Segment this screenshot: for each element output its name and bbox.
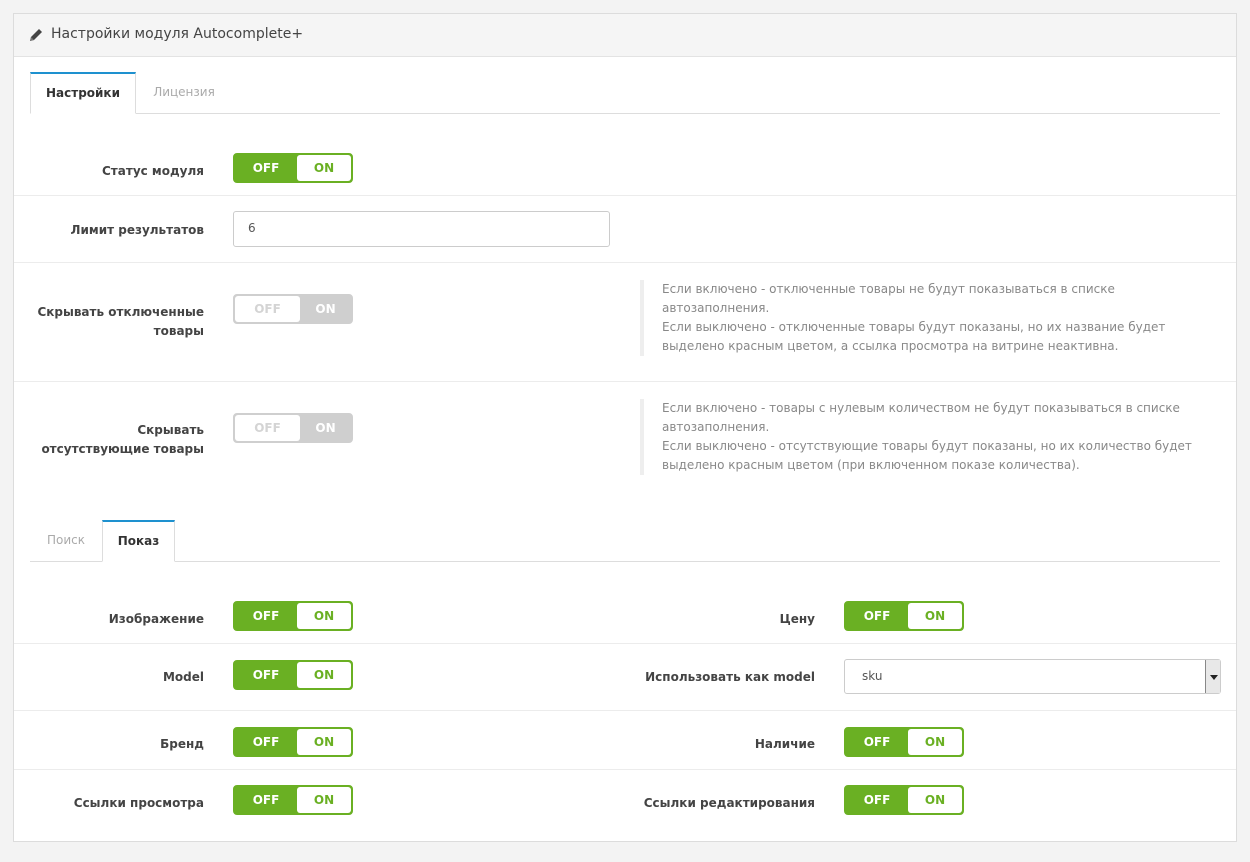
hide-out-of-stock-label-line2: отсутствующие товары [41, 442, 204, 456]
toggle-off-label: OFF [235, 296, 300, 322]
stock-toggle[interactable]: OFF ON [844, 727, 964, 757]
panel-title: Настройки модуля Autocomplete+ [51, 26, 304, 42]
image-label: Изображение [108, 612, 204, 626]
limit-input[interactable]: 6 [233, 211, 610, 247]
sub-tabs: Поиск Показ [30, 520, 1220, 562]
tab-display[interactable]: Показ [102, 520, 175, 562]
model-toggle[interactable]: OFF ON [233, 660, 353, 690]
row-divider [14, 262, 1236, 263]
toggle-off-label: OFF [252, 668, 280, 682]
stock-label: Наличие [754, 737, 815, 751]
toggle-on-label: ON [315, 421, 336, 435]
help-line: Если выключено - отключенные товары буду… [662, 320, 1166, 334]
toggle-on-label: ON [297, 155, 351, 181]
use-as-model-label: Использовать как model [645, 670, 815, 684]
toggle-on-label: ON [908, 603, 962, 629]
help-line: Если выключено - отсутствующие товары бу… [662, 439, 1192, 453]
status-toggle[interactable]: OFF ON [233, 153, 353, 183]
tab-search[interactable]: Поиск [30, 520, 102, 561]
toggle-off-label: OFF [252, 609, 280, 623]
tab-license[interactable]: Лицензия [136, 72, 232, 113]
price-toggle[interactable]: OFF ON [844, 601, 964, 631]
hide-disabled-toggle[interactable]: OFF ON [233, 294, 353, 324]
use-as-model-value: sku [862, 669, 883, 683]
use-as-model-select[interactable]: sku [844, 659, 1221, 694]
toggle-off-label: OFF [252, 735, 280, 749]
view-links-label: Ссылки просмотра [73, 796, 204, 810]
row-divider [14, 643, 1236, 644]
tab-settings[interactable]: Настройки [30, 72, 136, 114]
hide-out-of-stock-label: Скрывать отсутствующие товары [14, 421, 204, 459]
help-line: выделено красным цветом (при включенном … [662, 458, 1080, 472]
brand-toggle[interactable]: OFF ON [233, 727, 353, 757]
toggle-off-label: OFF [863, 793, 891, 807]
hide-disabled-label: Скрывать отключенные товары [14, 303, 204, 341]
help-line: Если включено - товары с нулевым количес… [662, 401, 1180, 415]
edit-links-toggle[interactable]: OFF ON [844, 785, 964, 815]
toggle-off-label: OFF [252, 161, 280, 175]
toggle-off-label: OFF [863, 609, 891, 623]
brand-label: Бренд [160, 737, 204, 751]
row-divider [14, 195, 1236, 196]
toggle-on-label: ON [908, 729, 962, 755]
toggle-off-label: OFF [863, 735, 891, 749]
row-divider [14, 381, 1236, 382]
hide-out-of-stock-toggle[interactable]: OFF ON [233, 413, 353, 443]
hide-disabled-help: Если включено - отключенные товары не бу… [640, 280, 1200, 356]
status-label: Статус модуля [102, 164, 204, 178]
model-label: Model [162, 670, 204, 684]
edit-links-label: Ссылки редактирования [643, 796, 815, 810]
toggle-on-label: ON [297, 662, 351, 688]
hide-disabled-label-line2: товары [153, 324, 204, 338]
limit-label: Лимит результатов [70, 223, 204, 237]
hide-disabled-label-line1: Скрывать отключенные [37, 305, 204, 319]
hide-out-of-stock-label-line1: Скрывать [137, 423, 204, 437]
toggle-on-label: ON [315, 302, 336, 316]
toggle-on-label: ON [297, 603, 351, 629]
image-toggle[interactable]: OFF ON [233, 601, 353, 631]
help-line: выделено красным цветом, а ссылка просмо… [662, 339, 1119, 353]
help-line: автозаполнения. [662, 301, 770, 315]
pencil-icon [30, 29, 42, 41]
dropdown-arrow-icon[interactable] [1205, 660, 1220, 693]
help-line: автозаполнения. [662, 420, 770, 434]
row-divider [14, 710, 1236, 711]
toggle-on-label: ON [908, 787, 962, 813]
price-label: Цену [779, 612, 815, 626]
toggle-on-label: ON [297, 787, 351, 813]
toggle-off-label: OFF [235, 415, 300, 441]
view-links-toggle[interactable]: OFF ON [233, 785, 353, 815]
panel-heading: Настройки модуля Autocomplete+ [14, 14, 1236, 57]
main-tabs: Настройки Лицензия [30, 72, 1220, 114]
toggle-on-label: ON [297, 729, 351, 755]
help-line: Если включено - отключенные товары не бу… [662, 282, 1115, 296]
row-divider [14, 769, 1236, 770]
settings-panel: Настройки модуля Autocomplete+ Настройки… [13, 13, 1237, 842]
toggle-off-label: OFF [252, 793, 280, 807]
hide-out-of-stock-help: Если включено - товары с нулевым количес… [640, 399, 1220, 475]
